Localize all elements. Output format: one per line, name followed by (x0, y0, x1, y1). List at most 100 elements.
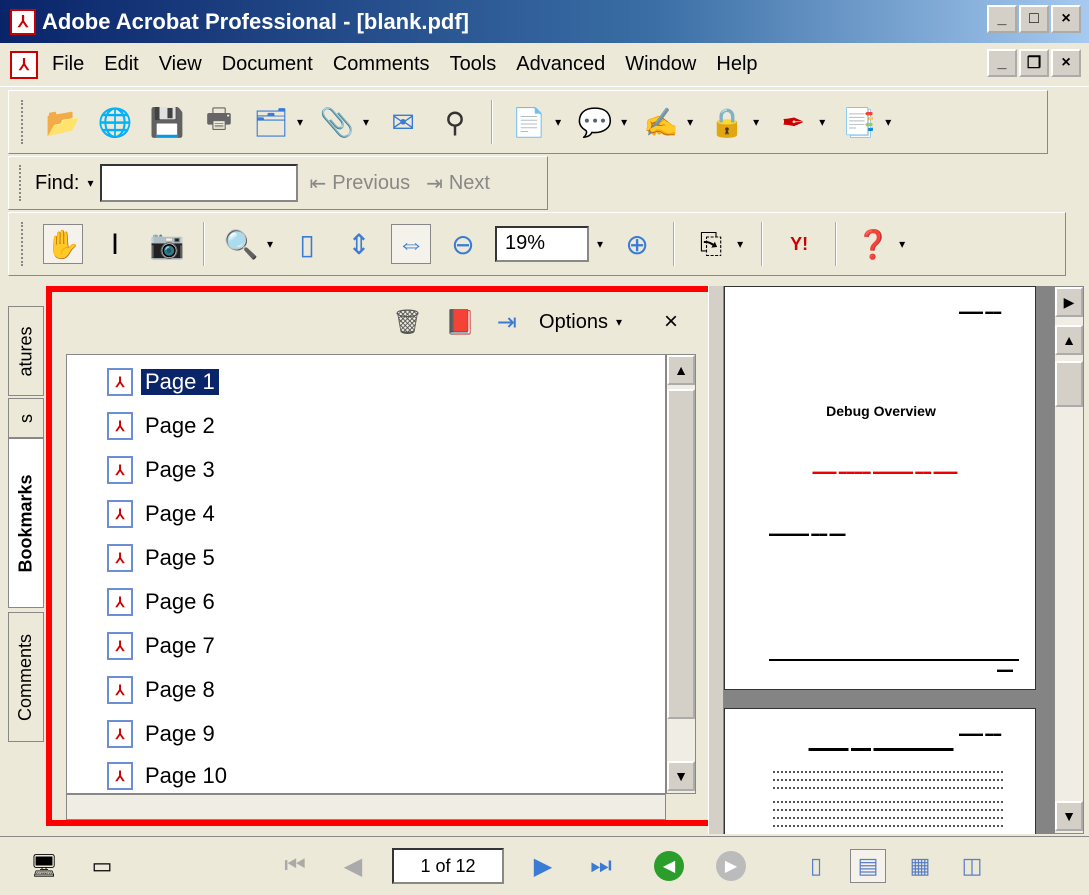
next-page-icon[interactable]: ▶ (526, 849, 560, 883)
go-forward-icon[interactable]: ▶ (716, 851, 746, 881)
go-back-icon[interactable]: ◀ (654, 851, 684, 881)
print-icon[interactable]: 🖶 (199, 102, 239, 142)
doc-close-button[interactable]: × (1051, 49, 1081, 77)
bookmark-item[interactable]: ⅄ Page 5 (107, 541, 219, 575)
chevron-down-icon[interactable]: ▾ (687, 115, 693, 129)
next-page-arrow-icon[interactable]: ▶ (1055, 287, 1083, 317)
bookmark-item[interactable]: ⅄ Page 9 (107, 717, 219, 751)
last-page-icon[interactable]: ⏭ (584, 849, 618, 883)
actual-size-icon[interactable]: ▯ (287, 224, 327, 264)
continuous-facing-view-icon[interactable]: ◫ (954, 849, 990, 883)
menu-edit[interactable]: Edit (104, 53, 138, 76)
bookmark-item[interactable]: ⅄ Page 1 (107, 365, 219, 399)
pen-icon[interactable]: ✒ (773, 102, 813, 142)
menu-window[interactable]: Window (625, 53, 696, 76)
scroll-up-icon[interactable]: ▲ (667, 355, 695, 385)
maximize-button[interactable]: □ (1019, 5, 1049, 33)
toolbar-grip[interactable] (21, 222, 27, 266)
continuous-view-icon[interactable]: ▤ (850, 849, 886, 883)
rotate-view-icon[interactable]: ⎘ (691, 224, 731, 264)
chevron-down-icon[interactable]: ▾ (899, 237, 905, 251)
doc-restore-button[interactable]: ❐ (1019, 49, 1049, 77)
email-icon[interactable]: ✉ (383, 102, 423, 142)
scroll-down-icon[interactable]: ▼ (667, 761, 695, 791)
options-button[interactable]: Options ▾ (539, 311, 622, 334)
hand-tool-icon[interactable]: ✋ (43, 224, 83, 264)
close-panel-icon[interactable]: × (664, 308, 678, 336)
chevron-down-icon[interactable]: ▾ (363, 115, 369, 129)
monitor-icon[interactable]: 🖥 (30, 852, 58, 880)
single-page-view-icon[interactable]: ▯ (798, 849, 834, 883)
fit-page-icon[interactable]: ⇕ (339, 224, 379, 264)
bookmark-item[interactable]: ⅄ Page 8 (107, 673, 219, 707)
organizer-icon[interactable]: 🗂 (251, 102, 291, 142)
first-page-icon[interactable]: ⏮ (278, 849, 312, 883)
comment-icon[interactable]: 💬 (575, 102, 615, 142)
zoom-in-tool-icon[interactable]: 🔍 (221, 224, 261, 264)
create-pdf-icon[interactable]: 📄 (509, 102, 549, 142)
tab-layers[interactable]: s (8, 398, 44, 438)
facing-view-icon[interactable]: ▦ (902, 849, 938, 883)
browse-icon[interactable]: 🌐 (95, 102, 135, 142)
find-next-button[interactable]: ⇥ Next (426, 171, 490, 196)
bookmarks-horizontal-scrollbar[interactable] (66, 794, 666, 820)
chevron-down-icon[interactable]: ▾ (885, 115, 891, 129)
doc-minimize-button[interactable]: _ (987, 49, 1017, 77)
bookmark-item[interactable]: ⅄ Page 3 (107, 453, 219, 487)
chevron-down-icon[interactable]: ▾ (621, 115, 627, 129)
fit-width-icon[interactable]: ⇔ (391, 224, 432, 264)
chevron-down-icon[interactable]: ▾ (819, 115, 825, 129)
zoom-in-icon[interactable]: ⊕ (617, 224, 657, 264)
chevron-down-icon[interactable]: ▾ (267, 237, 273, 251)
bookmark-item[interactable]: ⅄ Page 4 (107, 497, 219, 531)
bookmark-item[interactable]: ⅄ Page 10 (107, 759, 231, 793)
find-input[interactable] (99, 164, 298, 202)
bookmarks-scrollbar[interactable]: ▲ ▼ (666, 354, 696, 794)
zoom-out-icon[interactable]: ⊖ (443, 224, 483, 264)
snapshot-icon[interactable]: 📷 (147, 224, 187, 264)
secure-icon[interactable]: 🔒 (707, 102, 747, 142)
menu-comments[interactable]: Comments (333, 53, 430, 76)
expand-bookmark-icon[interactable]: ⇥ (497, 308, 517, 337)
open-folder-icon[interactable]: 📂 (43, 102, 83, 142)
panel-splitter[interactable] (708, 286, 724, 834)
attach-icon[interactable]: 📎 (317, 102, 357, 142)
scroll-thumb[interactable] (1055, 361, 1083, 407)
toolbar-grip[interactable] (19, 165, 25, 201)
scroll-up-icon[interactable]: ▲ (1055, 325, 1083, 355)
chevron-down-icon[interactable]: ▾ (737, 237, 743, 251)
bookmark-item[interactable]: ⅄ Page 6 (107, 585, 219, 619)
chevron-down-icon[interactable]: ▾ (87, 176, 93, 190)
find-previous-button[interactable]: ⇤ Previous (310, 171, 411, 196)
chevron-down-icon[interactable]: ▾ (297, 115, 303, 129)
chevron-down-icon[interactable]: ▾ (597, 237, 603, 251)
trash-icon[interactable]: 🗑 (393, 308, 423, 337)
zoom-input[interactable]: 19% (495, 226, 590, 262)
search-binoculars-icon[interactable]: ⚲ (435, 102, 475, 142)
sign-icon[interactable]: ✍ (641, 102, 681, 142)
previous-page-icon[interactable]: ◀ (336, 849, 370, 883)
tab-signatures[interactable]: atures (8, 306, 44, 396)
document-icon[interactable]: ⅄ (10, 50, 38, 79)
tab-bookmarks[interactable]: Bookmarks (8, 438, 44, 608)
close-button[interactable]: × (1051, 5, 1081, 33)
page-size-icon[interactable]: ▭ (88, 852, 116, 880)
forms-icon[interactable]: 📑 (839, 102, 879, 142)
yahoo-search-icon[interactable]: Y! (779, 224, 819, 264)
document-view[interactable]: ▬▬▬ ▬▬ Debug Overview ▬▬▬ ▬▬▬▬ ▬▬▬▬▬ ▬▬ … (724, 286, 1054, 834)
minimize-button[interactable]: _ (987, 5, 1017, 33)
help-icon[interactable]: ❓ (853, 224, 893, 264)
scroll-down-icon[interactable]: ▼ (1055, 801, 1083, 831)
bookmark-item[interactable]: ⅄ Page 7 (107, 629, 219, 663)
bookmarks-tree[interactable]: ⅄ Page 1 ⅄ Page 2 ⅄ Page 3 ⅄ Page 4 ⅄ Page 5 … (66, 354, 666, 794)
tab-comments[interactable]: Comments (8, 612, 44, 742)
new-bookmark-icon[interactable]: 📕 (445, 308, 475, 337)
menu-tools[interactable]: Tools (450, 53, 497, 76)
page-number-input[interactable]: 1 of 12 (392, 848, 504, 884)
menu-help[interactable]: Help (716, 53, 757, 76)
document-scrollbar[interactable]: ▶ ▲ ▼ (1054, 286, 1084, 834)
menu-file[interactable]: File (52, 53, 84, 76)
find-label[interactable]: Find: (35, 172, 79, 195)
bookmark-item[interactable]: ⅄ Page 2 (107, 409, 219, 443)
chevron-down-icon[interactable]: ▾ (753, 115, 759, 129)
